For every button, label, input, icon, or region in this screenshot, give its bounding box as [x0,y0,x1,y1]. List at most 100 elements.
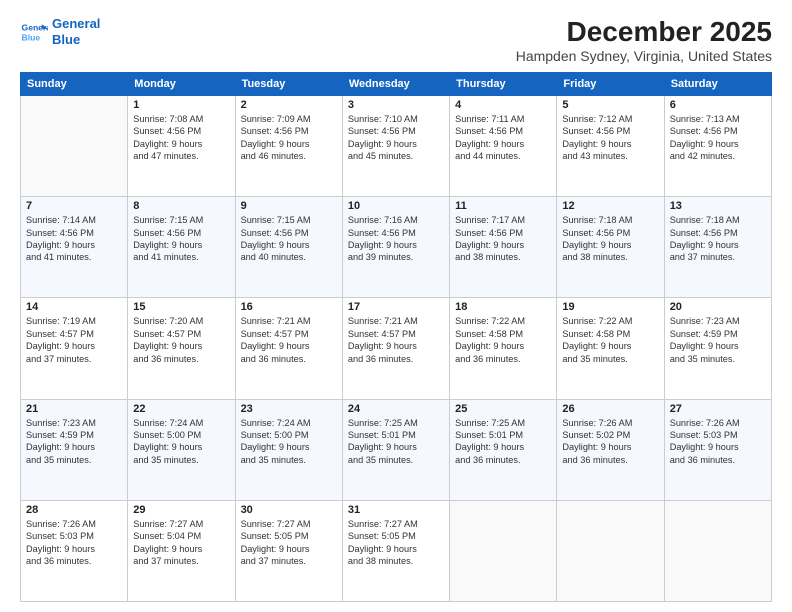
logo-line1: General [52,16,100,31]
day-number: 15 [133,301,229,313]
calendar-cell [21,96,128,197]
day-number: 7 [26,200,122,212]
day-number: 5 [562,99,658,111]
calendar-cell: 25 Sunrise: 7:25 AM Sunset: 5:01 PM Dayli… [450,399,557,500]
day-number: 6 [670,99,766,111]
calendar-cell: 24Sunrise: 7:25 AM Sunset: 5:01 PM Dayli… [342,399,449,500]
calendar-cell: 2 Sunrise: 7:09 AM Sunset: 4:56 PM Daylig… [235,96,342,197]
day-number: 13 [670,200,766,212]
day-info: Sunrise: 7:11 AM Sunset: 4:56 PM Dayligh… [455,113,551,163]
calendar-cell: 9Sunrise: 7:15 AM Sunset: 4:56 PM Daylig… [235,197,342,298]
day-info: Sunrise: 7:13 AM Sunset: 4:56 PM Dayligh… [670,113,766,163]
day-info: Sunrise: 7:26 AM Sunset: 5:03 PM Dayligh… [670,417,766,467]
calendar-cell: 12 Sunrise: 7:18 AM Sunset: 4:56 PM Dayli… [557,197,664,298]
calendar-cell: 26 Sunrise: 7:26 AM Sunset: 5:02 PM Dayli… [557,399,664,500]
day-number: 23 [241,403,337,415]
day-info: Sunrise: 7:27 AM Sunset: 5:05 PM Dayligh… [348,518,444,568]
day-info: Sunrise: 7:23 AM Sunset: 4:59 PM Dayligh… [26,417,122,467]
day-info: Sunrise: 7:27 AM Sunset: 5:04 PM Dayligh… [133,518,229,568]
day-number: 4 [455,99,551,111]
day-info: Sunrise: 7:18 AM Sunset: 4:56 PM Dayligh… [562,214,658,264]
calendar-cell: 7 Sunrise: 7:14 AM Sunset: 4:56 PM Daylig… [21,197,128,298]
day-info: Sunrise: 7:23 AM Sunset: 4:59 PM Dayligh… [670,315,766,365]
title-block: December 2025 Hampden Sydney, Virginia, … [516,16,772,64]
calendar-header: SundayMondayTuesdayWednesdayThursdayFrid… [21,73,772,96]
calendar-cell: 3 Sunrise: 7:10 AM Sunset: 4:56 PM Daylig… [342,96,449,197]
logo-text: General Blue [52,16,100,47]
day-number: 30 [241,504,337,516]
calendar-cell [557,500,664,601]
day-info: Sunrise: 7:21 AM Sunset: 4:57 PM Dayligh… [348,315,444,365]
weekday-header-wednesday: Wednesday [342,73,449,96]
weekday-header-friday: Friday [557,73,664,96]
week-row-1: 1 Sunrise: 7:08 AM Sunset: 4:56 PM Daylig… [21,96,772,197]
weekday-header-monday: Monday [128,73,235,96]
day-info: Sunrise: 7:24 AM Sunset: 5:00 PM Dayligh… [133,417,229,467]
day-info: Sunrise: 7:10 AM Sunset: 4:56 PM Dayligh… [348,113,444,163]
calendar-cell: 28Sunrise: 7:26 AM Sunset: 5:03 PM Dayli… [21,500,128,601]
calendar-cell: 23 Sunrise: 7:24 AM Sunset: 5:00 PM Dayli… [235,399,342,500]
calendar-cell [450,500,557,601]
week-row-5: 28Sunrise: 7:26 AM Sunset: 5:03 PM Dayli… [21,500,772,601]
day-number: 10 [348,200,444,212]
calendar-cell: 10 Sunrise: 7:16 AM Sunset: 4:56 PM Dayli… [342,197,449,298]
calendar-cell: 1 Sunrise: 7:08 AM Sunset: 4:56 PM Daylig… [128,96,235,197]
calendar-cell: 22Sunrise: 7:24 AM Sunset: 5:00 PM Dayli… [128,399,235,500]
week-row-4: 21Sunrise: 7:23 AM Sunset: 4:59 PM Dayli… [21,399,772,500]
weekday-header-thursday: Thursday [450,73,557,96]
calendar-table: SundayMondayTuesdayWednesdayThursdayFrid… [20,72,772,602]
calendar-body: 1 Sunrise: 7:08 AM Sunset: 4:56 PM Daylig… [21,96,772,602]
logo-icon: General Blue [20,18,48,46]
day-number: 11 [455,200,551,212]
day-info: Sunrise: 7:08 AM Sunset: 4:56 PM Dayligh… [133,113,229,163]
day-number: 12 [562,200,658,212]
day-number: 14 [26,301,122,313]
day-number: 3 [348,99,444,111]
day-number: 19 [562,301,658,313]
logo-line2: Blue [52,32,80,47]
calendar-cell: 8 Sunrise: 7:15 AM Sunset: 4:56 PM Daylig… [128,197,235,298]
logo: General Blue General Blue [20,16,100,47]
day-number: 28 [26,504,122,516]
day-info: Sunrise: 7:09 AM Sunset: 4:56 PM Dayligh… [241,113,337,163]
day-number: 16 [241,301,337,313]
day-info: Sunrise: 7:15 AM Sunset: 4:56 PM Dayligh… [241,214,337,264]
day-number: 27 [670,403,766,415]
calendar-cell: 29Sunrise: 7:27 AM Sunset: 5:04 PM Dayli… [128,500,235,601]
calendar-cell: 27 Sunrise: 7:26 AM Sunset: 5:03 PM Dayli… [664,399,771,500]
calendar-cell: 13 Sunrise: 7:18 AM Sunset: 4:56 PM Dayli… [664,197,771,298]
calendar-cell: 4 Sunrise: 7:11 AM Sunset: 4:56 PM Daylig… [450,96,557,197]
day-number: 1 [133,99,229,111]
calendar-cell: 16 Sunrise: 7:21 AM Sunset: 4:57 PM Dayli… [235,298,342,399]
page: General Blue General Blue December 2025 … [0,0,792,612]
weekday-header-saturday: Saturday [664,73,771,96]
calendar-cell: 6 Sunrise: 7:13 AM Sunset: 4:56 PM Daylig… [664,96,771,197]
day-number: 8 [133,200,229,212]
day-number: 26 [562,403,658,415]
week-row-3: 14 Sunrise: 7:19 AM Sunset: 4:57 PM Dayli… [21,298,772,399]
day-info: Sunrise: 7:16 AM Sunset: 4:56 PM Dayligh… [348,214,444,264]
day-info: Sunrise: 7:24 AM Sunset: 5:00 PM Dayligh… [241,417,337,467]
calendar-cell: 14 Sunrise: 7:19 AM Sunset: 4:57 PM Dayli… [21,298,128,399]
calendar-cell: 31Sunrise: 7:27 AM Sunset: 5:05 PM Dayli… [342,500,449,601]
weekday-header-row: SundayMondayTuesdayWednesdayThursdayFrid… [21,73,772,96]
day-info: Sunrise: 7:21 AM Sunset: 4:57 PM Dayligh… [241,315,337,365]
day-info: Sunrise: 7:22 AM Sunset: 4:58 PM Dayligh… [562,315,658,365]
day-info: Sunrise: 7:14 AM Sunset: 4:56 PM Dayligh… [26,214,122,264]
day-number: 18 [455,301,551,313]
day-number: 20 [670,301,766,313]
day-info: Sunrise: 7:27 AM Sunset: 5:05 PM Dayligh… [241,518,337,568]
calendar-cell: 15 Sunrise: 7:20 AM Sunset: 4:57 PM Dayli… [128,298,235,399]
day-info: Sunrise: 7:25 AM Sunset: 5:01 PM Dayligh… [455,417,551,467]
day-info: Sunrise: 7:18 AM Sunset: 4:56 PM Dayligh… [670,214,766,264]
day-info: Sunrise: 7:19 AM Sunset: 4:57 PM Dayligh… [26,315,122,365]
day-info: Sunrise: 7:12 AM Sunset: 4:56 PM Dayligh… [562,113,658,163]
day-info: Sunrise: 7:15 AM Sunset: 4:56 PM Dayligh… [133,214,229,264]
day-info: Sunrise: 7:26 AM Sunset: 5:02 PM Dayligh… [562,417,658,467]
calendar-cell: 19 Sunrise: 7:22 AM Sunset: 4:58 PM Dayli… [557,298,664,399]
header: General Blue General Blue December 2025 … [20,16,772,64]
day-number: 25 [455,403,551,415]
svg-text:Blue: Blue [22,32,41,42]
day-number: 2 [241,99,337,111]
day-info: Sunrise: 7:20 AM Sunset: 4:57 PM Dayligh… [133,315,229,365]
